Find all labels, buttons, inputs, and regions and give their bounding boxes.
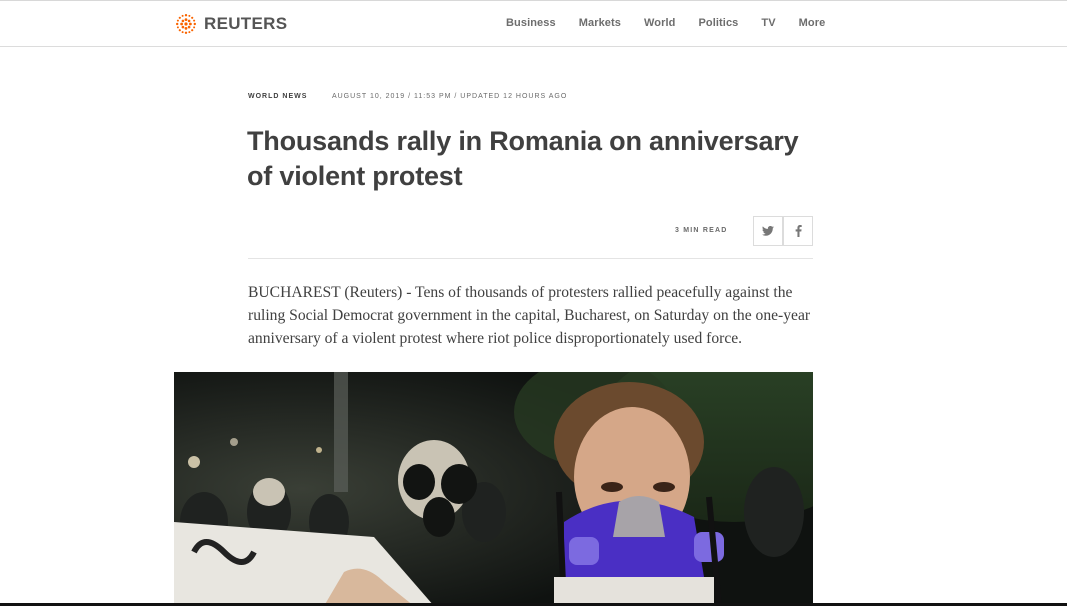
article-meta: WORLD NEWS AUGUST 10, 2019 / 11:53 PM / … bbox=[248, 93, 567, 100]
article-headline: Thousands rally in Romania on anniversar… bbox=[247, 126, 799, 191]
article-photo[interactable] bbox=[174, 372, 813, 606]
header-divider bbox=[248, 258, 813, 259]
facebook-icon bbox=[795, 225, 802, 237]
brand-name: REUTERS bbox=[204, 14, 288, 33]
nav-item-tv[interactable]: TV bbox=[761, 17, 775, 29]
main-nav: Business Markets World Politics TV More bbox=[506, 17, 848, 29]
nav-item-more[interactable]: More bbox=[799, 17, 826, 29]
site-header: REUTERS Business Markets World Politics … bbox=[0, 0, 1067, 47]
reuters-logo[interactable]: REUTERS bbox=[173, 11, 287, 37]
read-time: 3 MIN READ bbox=[675, 227, 728, 234]
nav-item-politics[interactable]: Politics bbox=[698, 17, 738, 29]
protest-photo-illustration bbox=[174, 372, 813, 606]
reuters-logo-icon bbox=[176, 14, 196, 34]
share-twitter-button[interactable] bbox=[753, 216, 783, 246]
nav-item-business[interactable]: Business bbox=[506, 17, 556, 29]
twitter-icon bbox=[762, 226, 774, 236]
nav-item-world[interactable]: World bbox=[644, 17, 675, 29]
article-lede: BUCHAREST (Reuters) - Tens of thousands … bbox=[248, 284, 811, 347]
section-link[interactable]: WORLD NEWS bbox=[248, 93, 307, 100]
article-dateline: AUGUST 10, 2019 / 11:53 PM / UPDATED 12 … bbox=[331, 93, 568, 100]
share-facebook-button[interactable] bbox=[783, 216, 813, 246]
nav-item-markets[interactable]: Markets bbox=[579, 17, 621, 29]
